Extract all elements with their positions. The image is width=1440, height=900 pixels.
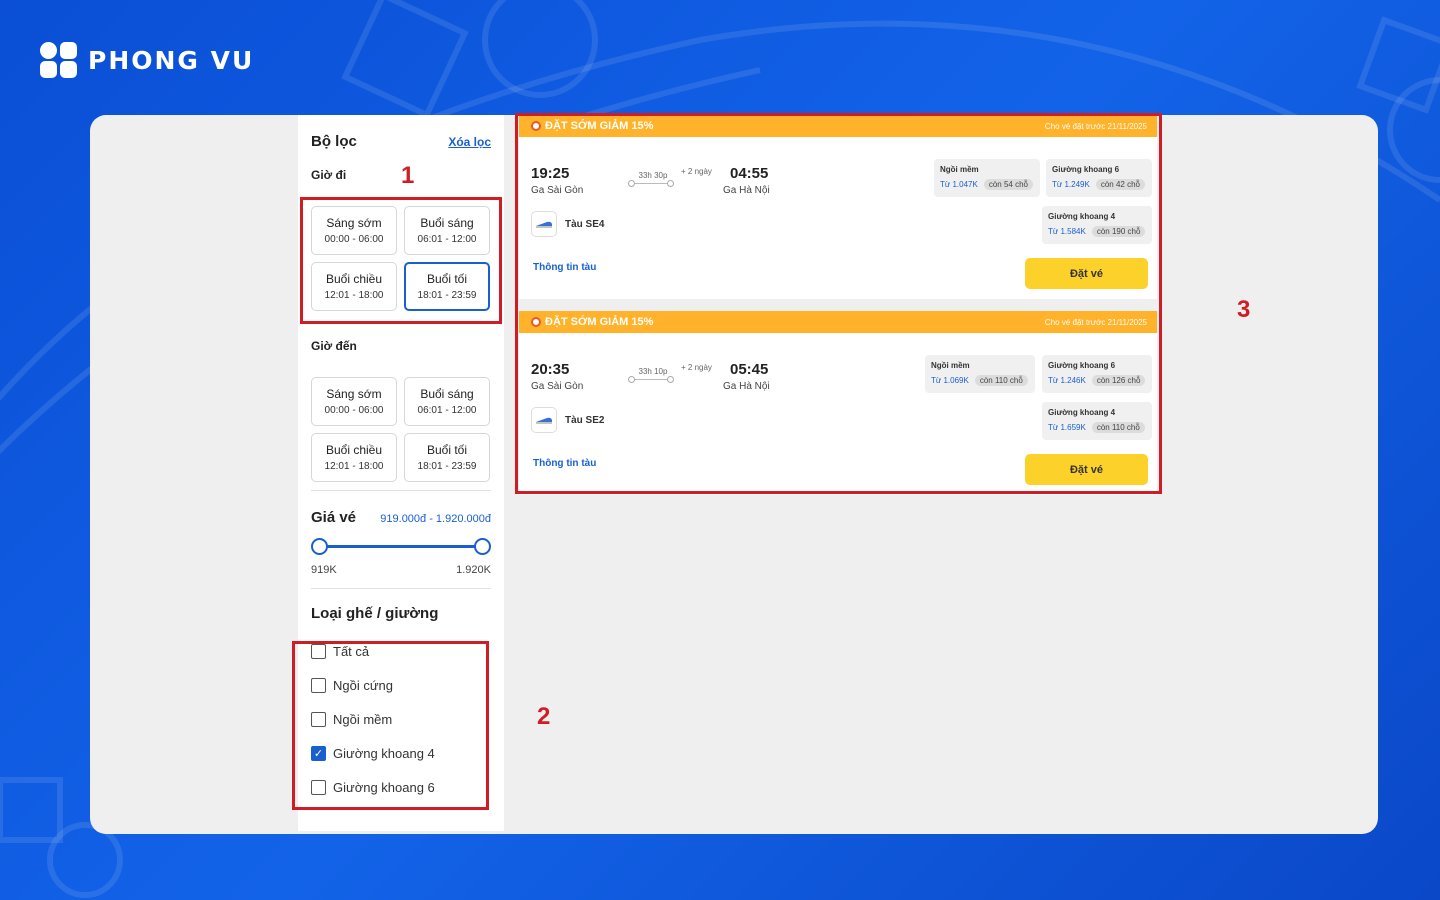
price-title: Giá vé xyxy=(311,509,357,526)
arrival-label: Giờ đến xyxy=(311,339,357,353)
seat-type-title: Loại ghế / giường xyxy=(311,605,439,622)
annotation-box-2 xyxy=(292,641,489,810)
slider-track xyxy=(319,545,483,548)
divider xyxy=(311,588,491,589)
clear-filter-link[interactable]: Xóa lọc xyxy=(448,135,491,149)
arrival-slot-evening[interactable]: Buổi tối 18:01 - 23:59 xyxy=(404,433,490,482)
annotation-box-1 xyxy=(300,197,502,324)
price-max-label: 1.920K xyxy=(456,564,491,576)
slot-label: Buổi chiều xyxy=(325,443,383,457)
slot-label: Sáng sớm xyxy=(326,387,382,401)
arrival-slot-afternoon[interactable]: Buổi chiều 12:01 - 18:00 xyxy=(311,433,397,482)
annotation-box-3 xyxy=(515,113,1162,494)
slider-max-handle[interactable] xyxy=(474,538,491,555)
annotation-number-1: 1 xyxy=(401,162,415,189)
slot-range: 00:00 - 06:00 xyxy=(324,405,384,416)
brand-logo: PHONG VU xyxy=(40,42,254,78)
price-slider[interactable] xyxy=(311,536,491,556)
price-min-label: 919K xyxy=(311,564,337,576)
logo-mark-icon xyxy=(40,42,80,78)
annotation-number-2: 2 xyxy=(537,703,551,730)
filter-title: Bộ lọc xyxy=(311,133,357,150)
slot-range: 06:01 - 12:00 xyxy=(417,405,477,416)
divider xyxy=(311,490,491,491)
slider-min-handle[interactable] xyxy=(311,538,328,555)
arrival-time-grid: Sáng sớm 00:00 - 06:00 Buổi sáng 06:01 -… xyxy=(311,377,491,482)
arrival-slot-early[interactable]: Sáng sớm 00:00 - 06:00 xyxy=(311,377,397,426)
slot-range: 12:01 - 18:00 xyxy=(324,461,384,472)
price-range: 919.000đ - 1.920.000đ xyxy=(380,513,491,525)
arrival-slot-morning[interactable]: Buổi sáng 06:01 - 12:00 xyxy=(404,377,490,426)
brand-name: PHONG VU xyxy=(88,45,255,75)
annotation-number-3: 3 xyxy=(1237,296,1251,323)
slot-label: Buổi tối xyxy=(426,443,468,457)
slot-range: 18:01 - 23:59 xyxy=(417,461,477,472)
slot-label: Buổi sáng xyxy=(420,387,474,401)
